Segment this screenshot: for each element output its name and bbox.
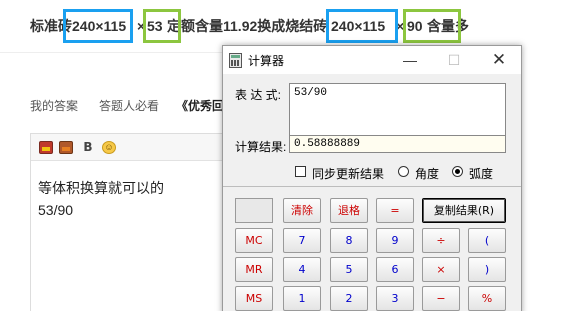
minimize-button[interactable]: — — [388, 46, 432, 74]
highlight-box-green — [403, 9, 461, 43]
expression-input[interactable]: 53/90 — [289, 83, 506, 140]
memory-indicator — [235, 198, 273, 223]
window-title: 计算器 — [248, 54, 285, 68]
digit-8-button[interactable]: 8 — [330, 228, 368, 253]
clear-button[interactable]: 清除 — [283, 198, 321, 223]
sync-checkbox[interactable] — [295, 166, 306, 177]
right-paren-button[interactable]: ) — [468, 257, 506, 282]
digit-9-button[interactable]: 9 — [376, 228, 414, 253]
digit-3-button[interactable]: 3 — [376, 286, 414, 311]
percent-button[interactable]: % — [468, 286, 506, 311]
editor-toolbar: B ☺ — [31, 134, 229, 161]
digit-5-button[interactable]: 5 — [330, 257, 368, 282]
result-field[interactable]: 0.58888889 — [289, 135, 506, 153]
digit-4-button[interactable]: 4 — [283, 257, 321, 282]
divider — [0, 52, 222, 53]
radian-radio[interactable] — [452, 166, 463, 177]
digit-6-button[interactable]: 6 — [376, 257, 414, 282]
digit-7-button[interactable]: 7 — [283, 228, 321, 253]
close-button[interactable]: ✕ — [477, 46, 521, 74]
expression-label: 表 达 式: — [235, 88, 282, 102]
emoji-icon[interactable]: ☺ — [102, 141, 116, 154]
equals-button[interactable]: = — [376, 198, 414, 223]
memory-recall-button[interactable]: MR — [235, 257, 273, 282]
memory-store-button[interactable]: MS — [235, 286, 273, 311]
sync-label: 同步更新结果 — [312, 167, 385, 181]
tab-my-answer[interactable]: 我的答案 — [30, 98, 78, 114]
tab-answerer-must-read[interactable]: 答题人必看 — [99, 98, 159, 114]
result-label: 计算结果: — [235, 140, 287, 154]
tab-excellent[interactable]: 《优秀回 — [176, 98, 224, 114]
minus-button[interactable]: − — [422, 286, 460, 311]
digit-2-button[interactable]: 2 — [330, 286, 368, 311]
degree-label: 角度 — [415, 167, 440, 181]
editor-line: 53/90 — [38, 202, 74, 218]
calculator-icon — [229, 53, 242, 68]
left-paren-button[interactable]: ( — [468, 228, 506, 253]
divider — [223, 186, 521, 187]
radian-label: 弧度 — [469, 167, 494, 181]
highlight-box-blue — [326, 9, 398, 43]
degree-radio[interactable] — [398, 166, 409, 177]
answer-editor[interactable]: B ☺ 等体积换算就可以的 53/90 — [30, 133, 230, 311]
question-part: 定额含量11.92换成烧结砖 — [167, 18, 328, 34]
calculator-window: 计算器 — ☐ ✕ 表 达 式: 53/90 计算结果: 0.58888889 … — [222, 45, 522, 311]
bold-icon[interactable]: B — [81, 141, 95, 154]
image-upload-icon[interactable] — [59, 141, 73, 154]
highlight-box-green — [143, 9, 181, 43]
maximize-button[interactable]: ☐ — [432, 46, 476, 74]
image-icon[interactable] — [39, 141, 53, 154]
title-bar[interactable]: 计算器 — ☐ ✕ — [223, 46, 521, 74]
multiply-button[interactable]: × — [422, 257, 460, 282]
copy-result-button[interactable]: 复制结果(R) — [422, 198, 506, 223]
editor-line: 等体积换算就可以的 — [38, 180, 164, 196]
divide-button[interactable]: ÷ — [422, 228, 460, 253]
backspace-button[interactable]: 退格 — [330, 198, 368, 223]
highlight-box-blue — [63, 9, 133, 43]
digit-1-button[interactable]: 1 — [283, 286, 321, 311]
memory-clear-button[interactable]: MC — [235, 228, 273, 253]
